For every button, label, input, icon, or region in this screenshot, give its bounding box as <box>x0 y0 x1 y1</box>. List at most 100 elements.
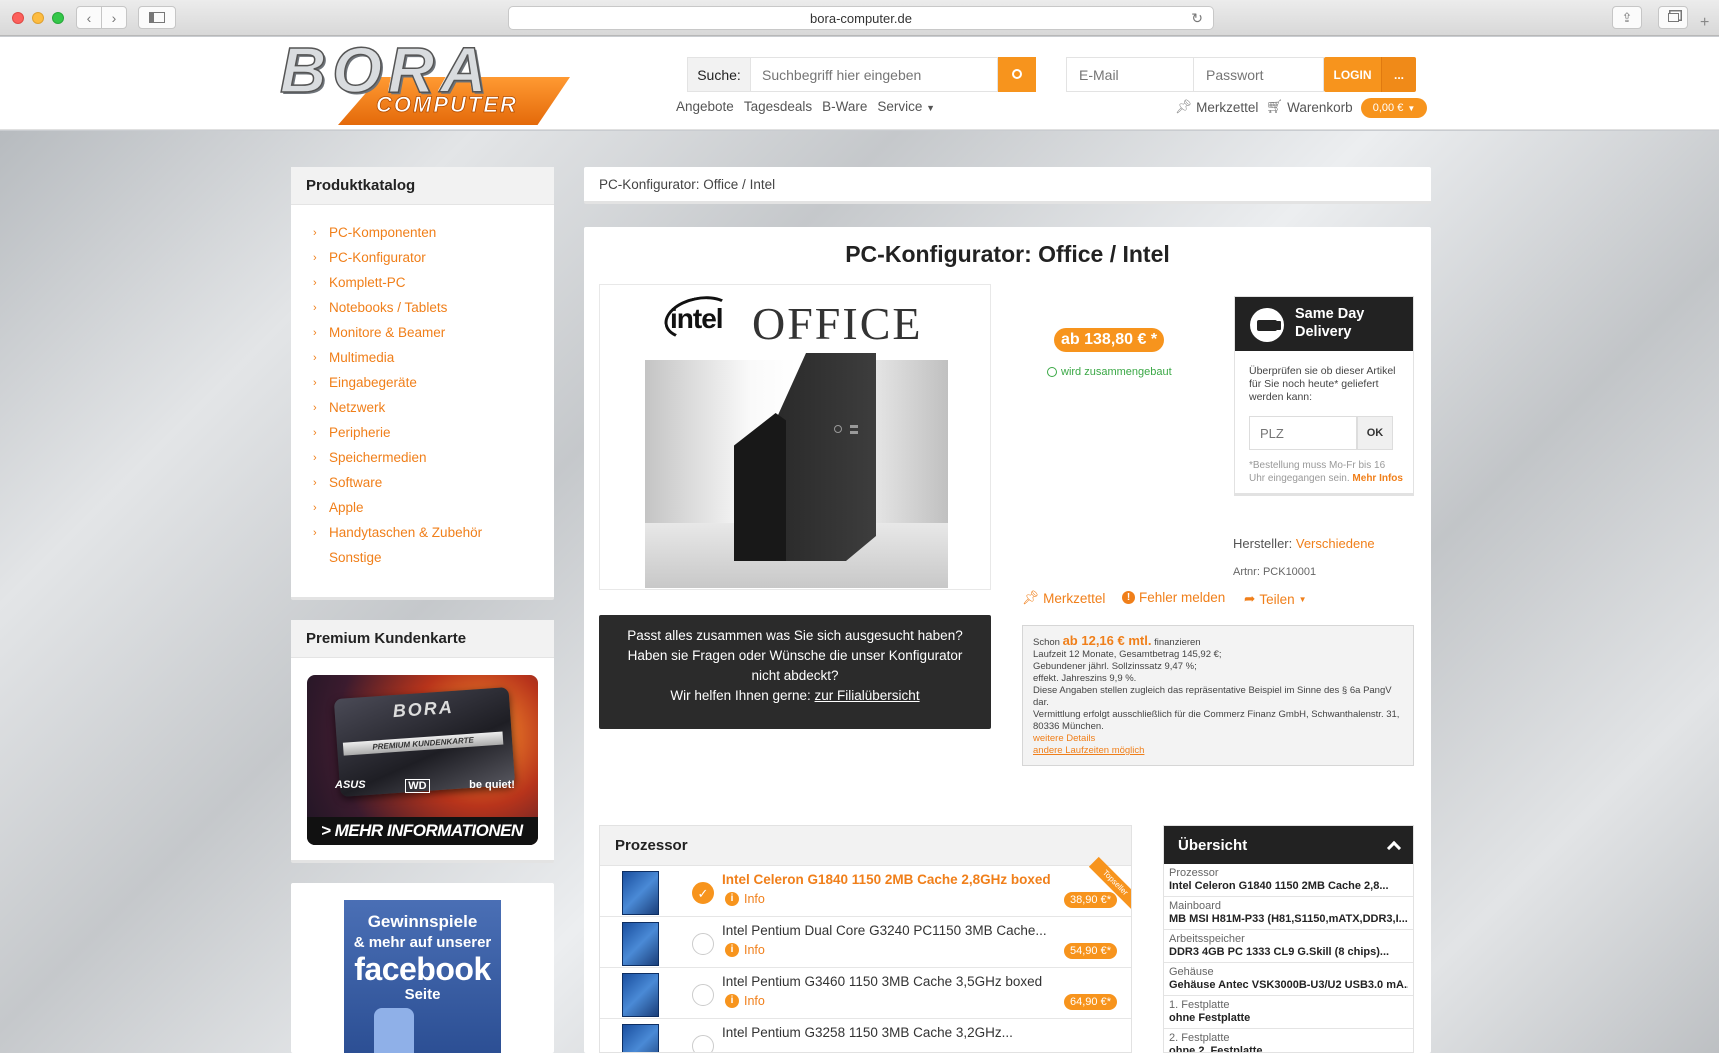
action-teilen[interactable]: ➦ Teilen ▼ <box>1244 591 1307 607</box>
search-button[interactable] <box>998 57 1036 92</box>
warenkorb-link[interactable]: 🛒︎ Warenkorb <box>1266 99 1353 115</box>
sidebar-item-label: PC-Konfigurator <box>329 250 426 265</box>
nav-service[interactable]: Service ▼ <box>877 99 935 114</box>
login-button[interactable]: LOGIN <box>1324 57 1381 92</box>
nav-b-ware[interactable]: B-Ware <box>822 99 867 114</box>
action-merkzettel-label: Merkzettel <box>1043 590 1106 606</box>
sidebar-item[interactable]: › Notebooks / Tablets <box>291 295 554 320</box>
maximize-window-button[interactable] <box>52 12 64 24</box>
email-field[interactable] <box>1066 57 1194 92</box>
chevron-left-icon: ‹ <box>86 9 92 26</box>
share-button[interactable]: ⇪ <box>1612 6 1642 29</box>
minimize-window-button[interactable] <box>32 12 44 24</box>
new-tab-button[interactable]: + <box>1700 14 1709 32</box>
sidebar-item[interactable]: › PC-Konfigurator <box>291 245 554 270</box>
sidebar-toggle-button[interactable] <box>138 6 176 29</box>
info-link[interactable]: i Info <box>725 994 765 1008</box>
sidebar-item[interactable]: › Eingabegeräte <box>291 370 554 395</box>
chevron-right-icon: › <box>313 526 317 539</box>
delivery-more-link[interactable]: Mehr Infos <box>1352 473 1403 484</box>
search-input[interactable] <box>751 57 998 92</box>
merkzettel-link[interactable]: 📌︎ Merkzettel <box>1175 99 1258 115</box>
finance-link2[interactable]: andere Laufzeiten möglich <box>1033 745 1403 757</box>
bora-logo[interactable]: BORA COMPUTER <box>278 33 570 125</box>
processor-option[interactable]: ✓ Intel Celeron G1840 1150 2MB Cache 2,8G… <box>600 856 1131 917</box>
password-field[interactable] <box>1194 57 1324 92</box>
overview-label: Gehäuse <box>1169 966 1214 978</box>
processor-price: 54,90 €* <box>1064 943 1117 959</box>
sidebar-item[interactable]: › Monitore & Beamer <box>291 320 554 345</box>
processor-option[interactable]: Intel Pentium Dual Core G3240 PC1150 3MB… <box>600 917 1131 968</box>
radio-unselected[interactable] <box>692 984 714 1006</box>
overview-value: Intel Celeron G1840 1150 2MB Cache 2,8..… <box>1169 880 1389 892</box>
nav-angebote[interactable]: Angebote <box>676 99 734 114</box>
search-icon <box>1012 68 1022 79</box>
overview-row[interactable]: Gehäuse Gehäuse Antec VSK3000B-U3/U2 USB3… <box>1164 963 1413 996</box>
mehr-informationen[interactable]: > MEHR INFORMATIONEN <box>307 817 538 845</box>
finance-l5: Vermittlung erfolgt ausschließlich für d… <box>1033 709 1400 732</box>
overview-header[interactable]: Übersicht <box>1164 826 1413 864</box>
sidebar-item-label: Speichermedien <box>329 450 427 465</box>
info-icon: i <box>725 892 739 906</box>
sidebar-item[interactable]: › PC-Komponenten <box>291 220 554 245</box>
product-panel: PC-Konfigurator: Office / Intel intel OF… <box>584 227 1431 1053</box>
chevron-right-icon: › <box>313 501 317 514</box>
overview-row[interactable]: Arbeitsspeicher DDR3 4GB PC 1333 CL9 G.Sk… <box>1164 930 1413 963</box>
info-link[interactable]: i Info <box>725 892 765 906</box>
info-link[interactable]: i Info <box>725 943 765 957</box>
nav-tagesdeals[interactable]: Tagesdeals <box>744 99 812 114</box>
catalog-title: Produktkatalog <box>291 167 554 205</box>
help-line4-wrap: Wir helfen Ihnen gerne: zur Filialübersi… <box>599 686 991 706</box>
plz-input[interactable] <box>1249 416 1357 450</box>
plz-ok-button[interactable]: OK <box>1357 416 1393 450</box>
radio-unselected[interactable] <box>692 1035 714 1052</box>
office-text: OFFICE <box>752 298 923 349</box>
overview-label: 2. Festplatte <box>1169 1032 1230 1044</box>
back-button[interactable]: ‹ <box>76 6 102 29</box>
sidebar-item[interactable]: › Netzwerk <box>291 395 554 420</box>
sidebar-item[interactable]: › Software <box>291 470 554 495</box>
sidebar-item[interactable]: › Speichermedien <box>291 445 554 470</box>
filialuebersicht-link[interactable]: zur Filialübersicht <box>815 688 920 703</box>
sidebar-item[interactable]: › Apple <box>291 495 554 520</box>
radio-unselected[interactable] <box>692 933 714 955</box>
login-more-button[interactable]: ... <box>1381 57 1416 92</box>
reload-icon[interactable]: ↻ <box>1191 10 1203 27</box>
processor-option[interactable]: Intel Pentium G3258 1150 3MB Cache 3,2GH… <box>600 1019 1131 1052</box>
overview-row[interactable]: 1. Festplatte ohne Festplatte <box>1164 996 1413 1029</box>
cart-total-button[interactable]: 0,00 € ▼ <box>1361 98 1427 118</box>
action-fehler-melden[interactable]: ! Fehler melden <box>1122 590 1225 605</box>
overview-row[interactable]: Prozessor Intel Celeron G1840 1150 2MB Ca… <box>1164 864 1413 897</box>
radio-selected[interactable]: ✓ <box>692 882 714 904</box>
overview-row[interactable]: Mainboard MB MSI H81M-P33 (H81,S1150,mATX… <box>1164 897 1413 930</box>
forward-button[interactable]: › <box>101 6 127 29</box>
merkzettel-label: Merkzettel <box>1196 99 1259 115</box>
overview-value: ohne Festplatte <box>1169 1012 1251 1024</box>
sidebar-item[interactable]: › Komplett-PC <box>291 270 554 295</box>
facebook-banner[interactable]: Gewinnspiele & mehr auf unserer facebook… <box>344 900 501 1053</box>
premium-card-banner[interactable]: BORA PREMIUM KUNDENKARTE ASUS WD be quie… <box>307 675 538 845</box>
action-merkzettel[interactable]: 📌︎ Merkzettel <box>1022 590 1105 606</box>
sidebar-item-label: Netzwerk <box>329 400 386 415</box>
chevron-right-icon: › <box>313 351 317 364</box>
sidebar-item[interactable]: › Handytaschen & Zubehör <box>291 520 554 545</box>
site-header: BORA COMPUTER Suche: LOGIN ... Angebote … <box>0 33 1719 130</box>
sidebar-item[interactable]: › Multimedia <box>291 345 554 370</box>
chevron-up-icon[interactable] <box>1386 840 1402 856</box>
sidebar-item[interactable]: › Peripherie <box>291 420 554 445</box>
cpu-box-image <box>622 1024 659 1052</box>
address-bar[interactable]: bora-computer.de ↻ <box>508 6 1214 30</box>
tabs-button[interactable] <box>1658 6 1688 29</box>
fb-line1: Gewinnspiele <box>367 912 478 931</box>
sidebar-item-sonstige[interactable]: Sonstige <box>291 545 554 570</box>
finance-link1[interactable]: weitere Details <box>1033 733 1403 745</box>
chevron-right-icon: › <box>111 9 117 26</box>
product-image: intel OFFICE <box>599 284 991 590</box>
close-window-button[interactable] <box>12 12 24 24</box>
brand-logos: ASUS WD be quiet! <box>335 779 515 793</box>
help-box: Passt alles zusammen was Sie sich ausges… <box>599 615 991 729</box>
breadcrumb-current[interactable]: PC-Konfigurator: Office / Intel <box>599 177 775 192</box>
manufacturer-link[interactable]: Verschiedene <box>1296 536 1375 551</box>
overview-row[interactable]: 2. Festplatte ohne 2. Festplatte <box>1164 1029 1413 1052</box>
processor-option[interactable]: Intel Pentium G3460 1150 3MB Cache 3,5GH… <box>600 968 1131 1019</box>
